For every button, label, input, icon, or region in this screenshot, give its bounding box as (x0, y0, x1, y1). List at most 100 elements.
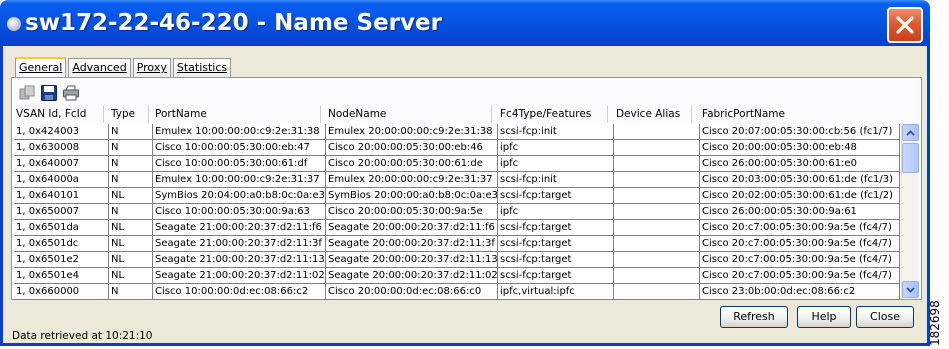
scroll-up-button[interactable] (902, 124, 919, 141)
table-cell (614, 204, 700, 220)
table-cell: Cisco 20:c7:00:05:30:00:9a:5e (fc4/7) (700, 236, 900, 252)
table-cell: Seagate 21:00:00:20:37:d2:11:3f (153, 236, 326, 252)
table-cell (614, 268, 700, 284)
table-cell: N (109, 284, 153, 300)
table-cell: NL (109, 252, 153, 268)
table-row[interactable]: 1, 0x630008 N Cisco 10:00:00:05:30:00:eb:4… (14, 140, 900, 156)
figure-id: 182698 (928, 300, 942, 346)
table-cell: Cisco 20:00:00:05:30:00:9a:5e (326, 204, 498, 220)
table-row[interactable]: 1, 0x650007 N Cisco 10:00:00:05:30:00:9a:6… (14, 204, 900, 220)
table-cell: 1, 0x424003 (14, 124, 109, 140)
table-cell (614, 188, 700, 204)
col-header-vsan-fcid[interactable]: VSAN Id, FcId (16, 105, 104, 123)
table-cell: scsi-fcp:target (498, 220, 614, 236)
table-row[interactable]: 1, 0x640101 NL SymBios 20:04:00:a0:b8:0c:0… (14, 188, 900, 204)
table-cell: Seagate 20:00:00:20:37:d2:11:f6 (326, 220, 498, 236)
table-cell: Seagate 20:00:00:20:37:d2:11:13 (326, 252, 498, 268)
table-cell: ipfc,virtual:ipfc (498, 284, 614, 300)
refresh-button[interactable]: Refresh (720, 306, 788, 328)
table-cell (614, 220, 700, 236)
table-cell: 1, 0x6501da (14, 220, 109, 236)
tab-advanced[interactable]: Advanced (68, 58, 131, 78)
table-cell: Seagate 21:00:00:20:37:d2:11:02 (153, 268, 326, 284)
name-server-table: 1, 0x424003 N Emulex 10:00:00:00:c9:2e:31:… (14, 124, 900, 300)
table-row[interactable]: 1, 0x6501e2 NL Seagate 21:00:00:20:37:d2:1… (14, 252, 900, 268)
table-cell: Seagate 20:00:00:20:37:d2:11:02 (326, 268, 498, 284)
table-cell: Emulex 20:00:00:00:c9:2e:31:37 (326, 172, 498, 188)
table-cell: 1, 0x650007 (14, 204, 109, 220)
table-cell: Cisco 20:00:00:05:30:00:eb:46 (326, 140, 498, 156)
table-cell: Cisco 20:03:00:05:30:00:61:de (fc1/3) (700, 172, 900, 188)
table-cell: 1, 0x640007 (14, 156, 109, 172)
window-close-button[interactable] (887, 7, 923, 43)
vertical-scrollbar[interactable] (901, 124, 919, 299)
table-cell: scsi-fcp:init (498, 172, 614, 188)
table-cell: NL (109, 188, 153, 204)
tab-statistics[interactable]: Statistics (172, 58, 232, 78)
col-header-device-alias[interactable]: Device Alias (616, 105, 692, 123)
table-row[interactable]: 1, 0x660000 N Cisco 10:00:00:0d:ec:08:66:c… (14, 284, 900, 300)
table-cell: N (109, 172, 153, 188)
col-header-portname[interactable]: PortName (155, 105, 321, 123)
table-cell (614, 252, 700, 268)
table-cell (614, 156, 700, 172)
table-row[interactable]: 1, 0x6501da NL Seagate 21:00:00:20:37:d2:1… (14, 220, 900, 236)
table-cell: scsi-fcp:target (498, 252, 614, 268)
table-cell: Cisco 10:00:00:05:30:00:9a:63 (153, 204, 326, 220)
help-button[interactable]: Help (797, 306, 851, 328)
close-icon (896, 16, 914, 34)
name-server-window: sw172-22-46-220 - Name Server General Ad… (0, 0, 930, 346)
table-cell: SymBios 20:00:00:a0:b8:0c:0a:e3 (326, 188, 498, 204)
scroll-thumb[interactable] (902, 143, 919, 173)
table-cell: ipfc (498, 140, 614, 156)
print-icon[interactable] (62, 84, 80, 102)
table-cell: ipfc (498, 204, 614, 220)
table-row[interactable]: 1, 0x64000a N Emulex 10:00:00:00:c9:2e:31:… (14, 172, 900, 188)
table-cell: Emulex 20:00:00:00:c9:2e:31:38 (326, 124, 498, 140)
table-row[interactable]: 1, 0x6501e4 NL Seagate 21:00:00:20:37:d2:1… (14, 268, 900, 284)
table-cell: Cisco 26:00:00:05:30:00:61:e0 (700, 156, 900, 172)
table-cell: N (109, 156, 153, 172)
table-row[interactable]: 1, 0x640007 N Cisco 10:00:00:05:30:00:61:d… (14, 156, 900, 172)
app-icon (7, 17, 21, 31)
table-cell (614, 124, 700, 140)
table-cell: Cisco 10:00:00:05:30:00:eb:47 (153, 140, 326, 156)
table-cell: Cisco 20:07:00:05:30:00:cb:56 (fc1/7) (700, 124, 900, 140)
table-cell: 1, 0x6501e4 (14, 268, 109, 284)
col-header-fc4type[interactable]: Fc4Type/Features (500, 105, 608, 123)
table-cell: N (109, 124, 153, 140)
tab-proxy[interactable]: Proxy (132, 58, 171, 78)
table-header: VSAN Id, FcId Type PortName NodeName Fc4… (14, 105, 900, 123)
table-cell: scsi-fcp:target (498, 236, 614, 252)
tab-general[interactable]: General (15, 57, 67, 78)
table-cell: Emulex 10:00:00:00:c9:2e:31:38 (153, 124, 326, 140)
table-row[interactable]: 1, 0x424003 N Emulex 10:00:00:00:c9:2e:31:… (14, 124, 900, 140)
scroll-down-button[interactable] (902, 281, 919, 298)
table-cell: 1, 0x64000a (14, 172, 109, 188)
table-cell: scsi-fcp:target (498, 268, 614, 284)
col-header-fabricportname[interactable]: FabricPortName (702, 105, 898, 123)
title-bar[interactable]: sw172-22-46-220 - Name Server (0, 0, 930, 46)
window-title: sw172-22-46-220 - Name Server (25, 10, 442, 36)
table-cell: Seagate 20:00:00:20:37:d2:11:3f (326, 236, 498, 252)
table-cell: 1, 0x660000 (14, 284, 109, 300)
table-cell (614, 236, 700, 252)
table-cell: NL (109, 236, 153, 252)
copy-icon[interactable] (18, 84, 36, 102)
save-icon[interactable] (40, 84, 58, 102)
col-header-nodename[interactable]: NodeName (328, 105, 492, 123)
table-cell: Cisco 20:00:00:0d:ec:08:66:c0 (326, 284, 498, 300)
table-cell: Cisco 20:c7:00:05:30:00:9a:5e (fc4/7) (700, 268, 900, 284)
table-cell (614, 172, 700, 188)
table-cell (614, 140, 700, 156)
close-button[interactable]: Close (856, 306, 914, 328)
table-cell: scsi-fcp:init (498, 124, 614, 140)
table-cell: ipfc (498, 156, 614, 172)
table-cell: Emulex 10:00:00:00:c9:2e:31:37 (153, 172, 326, 188)
col-header-type[interactable]: Type (111, 105, 149, 123)
general-tab-panel: VSAN Id, FcId Type PortName NodeName Fc4… (11, 77, 922, 300)
status-text: Data retrieved at 10:21:10 (12, 330, 153, 342)
table-row[interactable]: 1, 0x6501dc NL Seagate 21:00:00:20:37:d2:1… (14, 236, 900, 252)
table-cell: Cisco 20:00:00:05:30:00:eb:48 (700, 140, 900, 156)
table-cell: Cisco 20:02:00:05:30:00:61:de (fc1/2) (700, 188, 900, 204)
